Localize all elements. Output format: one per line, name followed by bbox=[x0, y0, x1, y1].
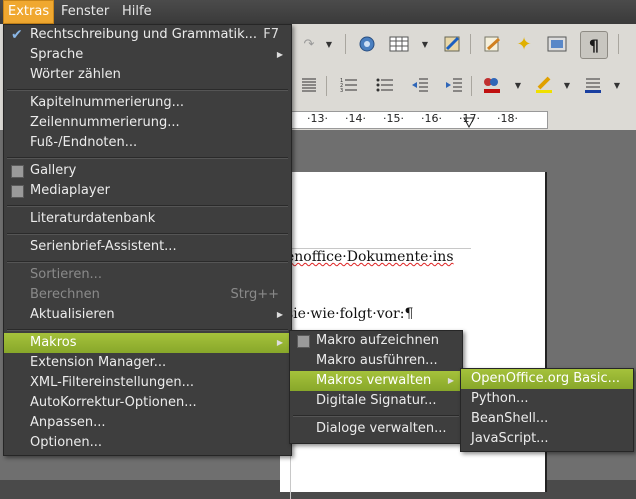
toolbar-separator bbox=[618, 34, 619, 54]
background-color-icon[interactable] bbox=[582, 74, 604, 96]
submenu-arrow-icon: ▶ bbox=[447, 376, 454, 385]
edit-icon[interactable] bbox=[481, 33, 503, 55]
toolbar-separator bbox=[470, 34, 471, 54]
ruler-tick-label: ·13· bbox=[307, 112, 328, 125]
menu-separator bbox=[293, 415, 459, 417]
redo-icon[interactable]: ↷ bbox=[298, 33, 320, 55]
highlighting-dropdown-icon[interactable]: ▼ bbox=[562, 74, 572, 96]
menu-item-openoffice-basic[interactable]: OpenOffice.org Basic... bbox=[461, 369, 633, 389]
menu-item-rechtschreibung[interactable]: ✔ Rechtschreibung und Grammatik... F7 bbox=[4, 25, 291, 45]
menu-item-python[interactable]: Python... bbox=[461, 389, 633, 409]
menu-item-sprache[interactable]: Sprache ▶ bbox=[4, 45, 291, 65]
menu-item-aktualisieren[interactable]: Aktualisieren ▶ bbox=[4, 305, 291, 325]
menu-separator bbox=[7, 89, 288, 91]
ruler-tick-label: ·15· bbox=[383, 112, 404, 125]
ruler-tick-label: ·16· bbox=[421, 112, 442, 125]
draw-functions-icon[interactable] bbox=[441, 33, 463, 55]
menu-separator bbox=[7, 329, 288, 331]
checkmark-icon: ✔ bbox=[11, 27, 23, 43]
menu-item-sortieren[interactable]: Sortieren... bbox=[4, 265, 291, 285]
menu-item-fussnoten[interactable]: Fuß-/Endnoten... bbox=[4, 133, 291, 153]
menu-item-beanshell[interactable]: BeanShell... bbox=[461, 409, 633, 429]
menu-item-zeilennummerierung[interactable]: Zeilennummerierung... bbox=[4, 113, 291, 133]
menu-item-mediaplayer[interactable]: Mediaplayer bbox=[4, 181, 291, 201]
font-color-icon[interactable] bbox=[481, 74, 503, 96]
menu-separator bbox=[7, 233, 288, 235]
menu-item-extension-manager[interactable]: Extension Manager... bbox=[4, 353, 291, 373]
checkbox-icon bbox=[11, 165, 24, 178]
redo-dropdown-icon[interactable]: ▼ bbox=[324, 33, 334, 55]
submenu-arrow-icon: ▶ bbox=[276, 50, 283, 59]
menu-hilfe[interactable]: Hilfe bbox=[117, 0, 157, 24]
menu-item-javascript[interactable]: JavaScript... bbox=[461, 429, 633, 449]
menu-separator bbox=[7, 157, 288, 159]
svg-text:3: 3 bbox=[340, 88, 343, 93]
menu-item-gallery[interactable]: Gallery bbox=[4, 161, 291, 181]
menu-item-anpassen[interactable]: Anpassen... bbox=[4, 413, 291, 433]
table-dropdown-icon[interactable]: ▼ bbox=[420, 33, 430, 55]
menu-item-literaturdatenbank[interactable]: Literaturdatenbank bbox=[4, 209, 291, 229]
highlighting-icon[interactable] bbox=[533, 74, 555, 96]
menu-separator bbox=[7, 205, 288, 207]
ruler-tick-label: ·18· bbox=[497, 112, 518, 125]
align-justify-icon[interactable] bbox=[298, 74, 320, 96]
menu-extras[interactable]: Extras bbox=[3, 0, 55, 24]
hyperlink-icon[interactable] bbox=[356, 33, 378, 55]
menu-item-xml-filter[interactable]: XML-Filtereinstellungen... bbox=[4, 373, 291, 393]
bullets-icon[interactable] bbox=[374, 74, 396, 96]
menu-item-dialoge-verwalten[interactable]: Dialoge verwalten... bbox=[290, 419, 462, 439]
numbering-icon[interactable]: 123 bbox=[338, 74, 360, 96]
extras-menu: ✔ Rechtschreibung und Grammatik... F7 Sp… bbox=[3, 24, 292, 456]
submenu-arrow-icon: ▶ bbox=[276, 310, 283, 319]
font-color-dropdown-icon[interactable]: ▼ bbox=[513, 74, 523, 96]
menu-fenster[interactable]: Fenster bbox=[56, 0, 114, 24]
formatting-marks-icon[interactable]: ¶ bbox=[580, 31, 608, 59]
menu-item-serienbrief[interactable]: Serienbrief-Assistent... bbox=[4, 237, 291, 257]
makros-submenu: Makro aufzeichnen Makro ausführen... Mak… bbox=[289, 330, 463, 444]
document-text-line[interactable]: sie·wie·folgt·vor:¶ bbox=[286, 306, 413, 322]
makros-verwalten-submenu: OpenOffice.org Basic... Python... BeanSh… bbox=[460, 368, 634, 452]
submenu-arrow-icon: ▶ bbox=[276, 338, 283, 347]
background-color-dropdown-icon[interactable]: ▼ bbox=[612, 74, 622, 96]
tab-stop-marker-icon[interactable] bbox=[463, 117, 475, 129]
toolbar-separator bbox=[326, 76, 327, 96]
toolbar-separator bbox=[471, 76, 472, 96]
menubar: Extras Fenster Hilfe bbox=[0, 0, 636, 24]
ruler-tick-label: ·14· bbox=[345, 112, 366, 125]
toolbar-separator bbox=[345, 34, 346, 54]
menu-separator bbox=[7, 261, 288, 263]
menu-item-berechnen[interactable]: Berechnen Strg++ bbox=[4, 285, 291, 305]
menu-item-autokorrektur[interactable]: AutoKorrektur-Optionen... bbox=[4, 393, 291, 413]
decrease-indent-icon[interactable] bbox=[409, 74, 431, 96]
gallery-icon[interactable] bbox=[546, 33, 568, 55]
menu-item-makro-aufzeichnen[interactable]: Makro aufzeichnen bbox=[290, 331, 462, 351]
document-text-line[interactable]: enoffice·Dokumente·ins bbox=[286, 249, 454, 265]
menu-item-makros[interactable]: Makros ▶ bbox=[4, 333, 291, 353]
menu-item-digitale-signatur[interactable]: Digitale Signatur... bbox=[290, 391, 462, 411]
checkbox-icon bbox=[11, 185, 24, 198]
menu-item-woerter-zaehlen[interactable]: Wörter zählen bbox=[4, 65, 291, 85]
increase-indent-icon[interactable] bbox=[443, 74, 465, 96]
menu-item-optionen[interactable]: Optionen... bbox=[4, 433, 291, 453]
table-icon[interactable] bbox=[388, 33, 410, 55]
checkbox-icon bbox=[297, 335, 310, 348]
menu-item-makro-ausfuehren[interactable]: Makro ausführen... bbox=[290, 351, 462, 371]
menu-item-kapitelnummerierung[interactable]: Kapitelnummerierung... bbox=[4, 93, 291, 113]
navigator-icon[interactable]: ✦ bbox=[513, 33, 535, 55]
menu-item-makros-verwalten[interactable]: Makros verwalten ▶ bbox=[290, 371, 462, 391]
